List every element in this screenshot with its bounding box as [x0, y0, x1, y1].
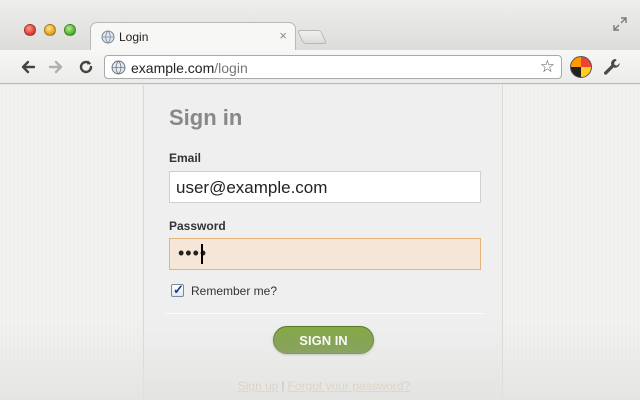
forward-button[interactable]	[46, 57, 66, 77]
globe-icon	[101, 30, 115, 44]
email-label: Email	[169, 151, 202, 165]
wrench-icon[interactable]	[601, 56, 623, 78]
password-label: Password	[169, 219, 226, 233]
url-path: /login	[214, 60, 248, 76]
remember-me-label[interactable]: Remember me?	[191, 284, 277, 298]
close-window-button[interactable]	[24, 24, 36, 36]
text-caret	[201, 244, 203, 264]
reload-icon	[79, 60, 93, 74]
url-text: example.com/login	[131, 60, 248, 76]
zoom-window-button[interactable]	[64, 24, 76, 36]
bookmark-star-icon[interactable]: ☆	[540, 57, 555, 77]
remember-me-checkbox[interactable]: ✓	[171, 282, 184, 297]
page-title: Sign in	[169, 105, 243, 130]
minimize-window-button[interactable]	[44, 24, 56, 36]
login-card: Sign in Email user@example.com Password …	[143, 85, 503, 400]
forgot-password-link[interactable]: Forgot your password?	[288, 379, 411, 393]
page-viewport: Sign in Email user@example.com Password …	[0, 85, 640, 400]
checkmark-icon: ✓	[173, 282, 184, 297]
globe-icon	[111, 60, 126, 75]
sign-in-button[interactable]: SIGN IN	[273, 326, 374, 354]
footer-links: Sign up | Forgot your password?	[144, 379, 504, 393]
extension-icon[interactable]	[570, 56, 592, 78]
arrow-right-icon	[48, 60, 63, 74]
tab-login[interactable]: Login ×	[90, 22, 296, 52]
email-field[interactable]: user@example.com	[169, 171, 481, 203]
tab-close-icon[interactable]: ×	[279, 28, 287, 44]
tab-strip: Login ×	[0, 0, 640, 52]
new-tab-button[interactable]	[296, 30, 328, 44]
tab-title: Login	[119, 30, 149, 44]
divider	[166, 313, 484, 314]
link-separator: |	[281, 379, 285, 393]
fullscreen-icon[interactable]	[612, 16, 628, 32]
password-field[interactable]: ••••	[169, 238, 481, 270]
url-host: example.com	[131, 60, 215, 76]
sign-up-link[interactable]: Sign up	[238, 379, 279, 393]
address-bar[interactable]: example.com/login ☆	[104, 55, 562, 79]
browser-toolbar: example.com/login ☆	[0, 50, 640, 84]
back-button[interactable]	[18, 57, 38, 77]
arrow-left-icon	[21, 60, 36, 74]
reload-button[interactable]	[76, 57, 96, 77]
